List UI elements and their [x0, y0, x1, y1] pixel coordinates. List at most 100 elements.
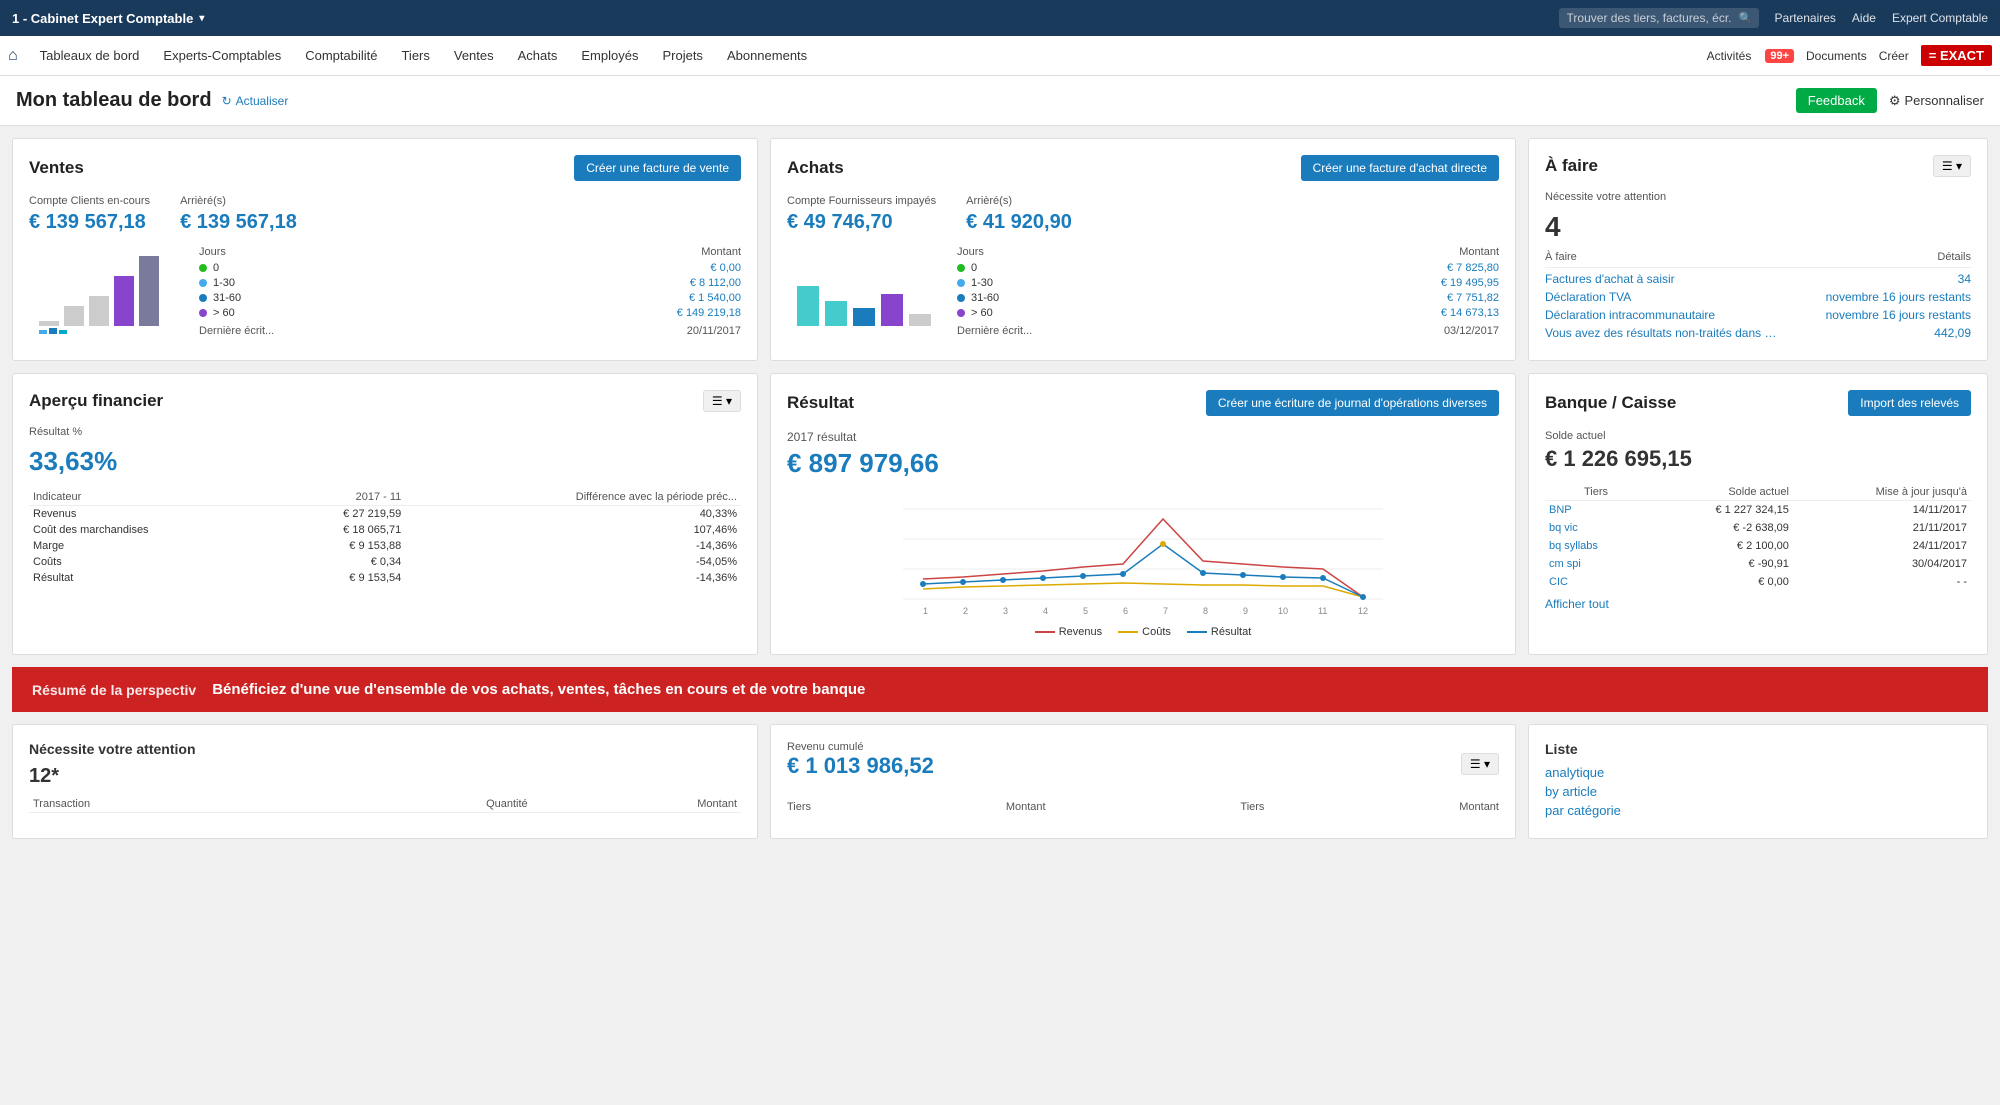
svg-text:8: 8 — [1203, 606, 1208, 616]
bottom-right-card: Liste analytique by article par catégori… — [1528, 724, 1988, 839]
svg-text:7: 7 — [1163, 606, 1168, 616]
feedback-button[interactable]: Feedback — [1796, 88, 1877, 113]
menu-bar: ⌂ Tableaux de bord Experts-Comptables Co… — [0, 36, 2000, 76]
resultat-year-label: 2017 résultat — [787, 430, 1499, 444]
banque-col-date: Mise à jour jusqu'à — [1793, 484, 1971, 501]
menu-tableaux[interactable]: Tableaux de bord — [30, 44, 150, 67]
banque-tiers-cmspi[interactable]: cm spi — [1545, 555, 1647, 573]
achats-compte-value: € 49 746,70 — [787, 211, 936, 234]
derniere-date-ventes: 20/11/2017 — [687, 325, 741, 337]
achats-aging-row-1: 1-30 € 19 495,95 — [957, 277, 1499, 289]
afaire-col-headers: À faire Détails — [1545, 251, 1971, 268]
legend-couts: Coûts — [1118, 626, 1171, 638]
bottom-middle-card: Revenu cumulé € 1 013 986,52 ☰ ▾ Tiers M… — [770, 724, 1516, 839]
ventes-amounts: Compte Clients en-cours € 139 567,18 Arr… — [29, 195, 741, 234]
banque-tiers-bqvic[interactable]: bq vic — [1545, 519, 1647, 537]
afaire-value-0: 34 — [1958, 272, 1971, 286]
banque-row-bqsyllabs: bq syllabs € 2 100,00 24/11/2017 — [1545, 537, 1971, 555]
aging-row-0: 0 € 0,00 — [199, 262, 741, 274]
bottom-row: Nécessite votre attention 12* Transactio… — [12, 724, 1988, 839]
promo-banner: Résumé de la perspectiv Bénéficiez d'une… — [12, 667, 1988, 712]
menu-ventes[interactable]: Ventes — [444, 44, 504, 67]
menu-comptabilite[interactable]: Comptabilité — [295, 44, 387, 67]
dot-3 — [199, 309, 207, 317]
bottom-left-necessite: Nécessite votre attention — [29, 741, 741, 757]
afaire-number: 4 — [1545, 211, 1971, 243]
fin-col-periode: 2017 - 11 — [274, 489, 405, 506]
create-achat-button[interactable]: Créer une facture d'achat directe — [1301, 155, 1499, 181]
aging-row-1: 1-30 € 8 112,00 — [199, 277, 741, 289]
search-input[interactable] — [1559, 8, 1759, 28]
afaire-value-1: novembre 16 jours restants — [1826, 290, 1971, 304]
afaire-label-2[interactable]: Déclaration intracommunautaire — [1545, 308, 1715, 322]
company-selector[interactable]: 1 - Cabinet Expert Comptable ▾ — [12, 11, 204, 26]
documents-button[interactable]: Documents — [1806, 49, 1867, 63]
revenu-label: Revenu cumulé — [787, 741, 934, 753]
afaire-menu-button[interactable]: ☰ ▾ — [1933, 155, 1971, 177]
link-analytique[interactable]: analytique — [1545, 765, 1971, 780]
personaliser-button[interactable]: ⚙ Personnaliser — [1889, 93, 1984, 109]
chevron-down-icon: ▾ — [199, 13, 204, 24]
partenaires-menu[interactable]: Partenaires — [1775, 11, 1836, 25]
apercu-result-label: Résultat % — [29, 426, 741, 438]
banque-col-tiers: Tiers — [1545, 484, 1647, 501]
bottom-left-table: Transaction Quantité Montant — [29, 796, 741, 813]
ventes-compte-label: Compte Clients en-cours — [29, 195, 150, 207]
afaire-card: À faire ☰ ▾ Nécessite votre attention 4 … — [1528, 138, 1988, 361]
menu-experts[interactable]: Experts-Comptables — [153, 44, 291, 67]
bottom-middle-menu-button[interactable]: ☰ ▾ — [1461, 753, 1499, 775]
banque-tiers-cic[interactable]: CIC — [1545, 573, 1647, 591]
bottom-left-card: Nécessite votre attention 12* Transactio… — [12, 724, 758, 839]
bottom-left-number: 12* — [29, 765, 741, 788]
afficher-tout-link[interactable]: Afficher tout — [1545, 597, 1971, 611]
ventes-arriere-block: Arrièré(s) € 139 567,18 — [180, 195, 297, 234]
apercu-card: Aperçu financier ☰ ▾ Résultat % 33,63% I… — [12, 373, 758, 655]
create-journal-button[interactable]: Créer une écriture de journal d'opératio… — [1206, 390, 1499, 416]
legend-revenus-line — [1035, 631, 1055, 633]
top-nav-right: 🔍 Partenaires Aide Expert Comptable — [1559, 8, 1988, 28]
fin-row-cout: Coût des marchandises € 18 065,71 107,46… — [29, 522, 741, 538]
ventes-title: Ventes — [29, 158, 84, 178]
menu-achats[interactable]: Achats — [508, 44, 568, 67]
import-releves-button[interactable]: Import des relevés — [1848, 390, 1971, 416]
menu-employes[interactable]: Employés — [571, 44, 648, 67]
fin-col-indicateur: Indicateur — [29, 489, 274, 506]
afaire-label-0[interactable]: Factures d'achat à saisir — [1545, 272, 1675, 286]
actualiser-button[interactable]: ↻ Actualiser — [222, 94, 289, 108]
fin-col-diff: Différence avec la période préc... — [405, 489, 741, 506]
derniere-date-achats: 03/12/2017 — [1444, 325, 1499, 337]
apercu-menu-button[interactable]: ☰ ▾ — [703, 390, 741, 412]
btleft-col-quantite: Quantité — [314, 796, 531, 813]
link-by-article[interactable]: by article — [1545, 784, 1971, 799]
ventes-arriere-label: Arrièré(s) — [180, 195, 297, 207]
banque-tiers-bnp[interactable]: BNP — [1545, 501, 1647, 520]
refresh-icon: ↻ — [222, 94, 232, 108]
achats-amounts: Compte Fournisseurs impayés € 49 746,70 … — [787, 195, 1499, 234]
legend-resultat: Résultat — [1187, 626, 1251, 638]
banque-table: Tiers Solde actuel Mise à jour jusqu'à B… — [1545, 484, 1971, 591]
ventes-compte-block: Compte Clients en-cours € 139 567,18 — [29, 195, 150, 234]
afaire-label-1[interactable]: Déclaration TVA — [1545, 290, 1631, 304]
search-icon: 🔍 — [1739, 12, 1753, 25]
ventes-bar-chart — [29, 246, 189, 336]
achats-dot-2 — [957, 294, 965, 302]
creer-button[interactable]: Créer — [1879, 49, 1909, 63]
dot-1 — [199, 279, 207, 287]
menu-tiers[interactable]: Tiers — [391, 44, 439, 67]
afaire-label-3[interactable]: Vous avez des résultats non-traités dans… — [1545, 326, 1776, 340]
link-par-categorie[interactable]: par catégorie — [1545, 803, 1971, 818]
achats-dot-3 — [957, 309, 965, 317]
page-title: Mon tableau de bord — [16, 89, 212, 112]
achats-dot-0 — [957, 264, 965, 272]
menu-projets[interactable]: Projets — [652, 44, 712, 67]
aide-menu[interactable]: Aide — [1852, 11, 1876, 25]
company-name: 1 - Cabinet Expert Comptable — [12, 11, 193, 26]
menu-abonnements[interactable]: Abonnements — [717, 44, 817, 67]
banque-tiers-bqsyllabs[interactable]: bq syllabs — [1545, 537, 1647, 555]
expert-comptable-menu[interactable]: Expert Comptable — [1892, 11, 1988, 25]
page-header: Mon tableau de bord ↻ Actualiser Feedbac… — [0, 76, 2000, 126]
banque-title: Banque / Caisse — [1545, 393, 1676, 413]
create-vente-button[interactable]: Créer une facture de vente — [574, 155, 741, 181]
home-icon[interactable]: ⌂ — [8, 47, 18, 65]
svg-text:2: 2 — [963, 606, 968, 616]
